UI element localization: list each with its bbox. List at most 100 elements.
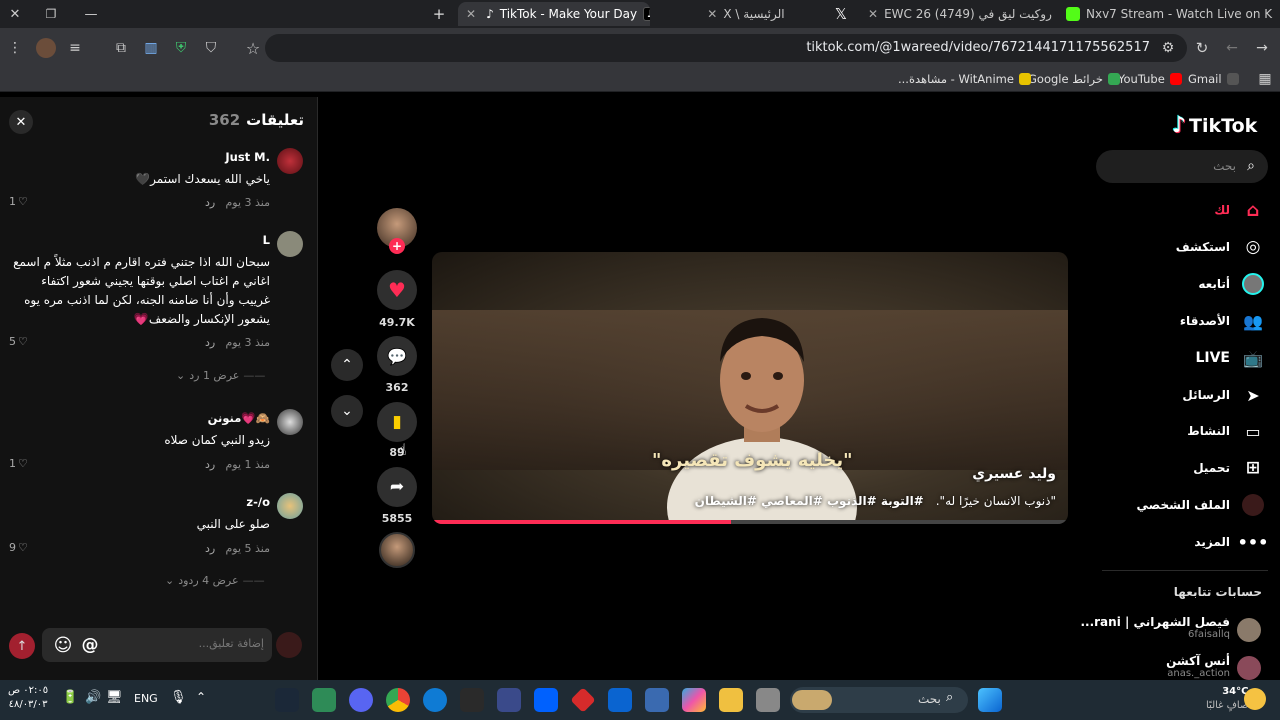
battery-icon[interactable]: 🔋 [62, 690, 78, 705]
close-window-icon[interactable]: ✕ [6, 5, 24, 23]
back-icon[interactable]: → [1252, 38, 1272, 58]
comment-like[interactable]: 5 ♡ [9, 335, 28, 348]
network-icon[interactable]: 🖥 [106, 690, 123, 705]
bookmark-gmail[interactable]: Gmail [1188, 70, 1239, 88]
bookmark-star-icon[interactable]: ☆ [243, 38, 263, 58]
extensions-icon[interactable]: ⧉ [111, 38, 131, 58]
nav-item-upload[interactable]: ⊞ تحميل [1193, 454, 1264, 482]
search-icon[interactable]: ⌕ [946, 690, 953, 705]
show-hidden-icons-icon[interactable]: ⌃ [196, 690, 206, 704]
comment-username[interactable]: منونن💗🙈 [208, 411, 270, 425]
menu-icon[interactable]: ⋮ [5, 38, 25, 58]
comment-username[interactable]: Just M. [225, 150, 270, 164]
view-replies[interactable]: —— عرض 4 ردود ⌄ [165, 574, 265, 587]
emoji-icon[interactable]: ☺ [52, 634, 74, 656]
task-view-icon[interactable] [756, 688, 780, 712]
url-text[interactable]: tiktok.com/@1wareed/video/76721441711755… [806, 34, 1150, 62]
security-shield-icon[interactable]: ⛉ [201, 38, 221, 58]
nav-item-profile[interactable]: الملف الشخصي [1137, 491, 1264, 519]
nav-item-activity[interactable]: ▭ النشاط [1187, 417, 1264, 445]
language-indicator[interactable]: ENG [134, 692, 158, 705]
site-settings-icon[interactable]: ⚙ [1158, 38, 1178, 58]
avatar[interactable] [277, 231, 303, 257]
weather-widget[interactable]: 34°C صافٍ غالبًا [1206, 685, 1248, 713]
reply-button[interactable]: رد [205, 336, 215, 349]
video-player[interactable]: "يخليه يشوف تقصيره" وليد عسيري "ذنوب الا… [432, 252, 1068, 524]
nav-item-explore[interactable]: ◎ استكشف [1176, 233, 1264, 261]
controller-app-icon[interactable] [312, 688, 336, 712]
close-tab-icon[interactable]: ✕ [868, 7, 878, 21]
bookmark-youtube[interactable]: YouTube [1118, 70, 1182, 88]
video-hashtags[interactable]: #التوبة #الذنوب #المعاصي #الشيطان [695, 494, 924, 508]
tab-x[interactable]: ✕ X \ الرئيسية 𝕏 [655, 2, 855, 26]
share-button[interactable]: ➦ [377, 467, 417, 507]
search-placeholder[interactable]: بحث [1213, 159, 1236, 173]
copilot-icon[interactable] [682, 688, 706, 712]
extension-icon[interactable]: ▥ [141, 38, 161, 58]
follow-plus-icon[interactable]: + [389, 238, 405, 254]
outlook-icon[interactable] [608, 688, 632, 712]
reload-icon[interactable]: ↻ [1192, 38, 1212, 58]
bookmark-witanime[interactable]: WitAnime - مشاهدة... [898, 70, 1031, 88]
nav-item-messages[interactable]: ➤ الرسائل [1182, 381, 1264, 409]
dropbox-icon[interactable] [534, 688, 558, 712]
post-comment-icon[interactable]: ↑ [9, 633, 35, 659]
taskbar-search-label[interactable]: بحث [918, 692, 941, 706]
tab-tiktok[interactable]: ✕ ♪ TikTok - Make Your Day ♪ [458, 2, 650, 26]
minimize-window-icon[interactable]: — [82, 5, 100, 23]
comment-like[interactable]: 9 ♡ [9, 541, 28, 554]
avatar[interactable] [277, 148, 303, 174]
clock[interactable]: ٠٢:٠٥ ص ٤٨/٠٣/٠٣ [8, 684, 48, 712]
previous-video-icon[interactable]: ⌃ [331, 349, 363, 381]
like-button[interactable]: ♥ [377, 270, 417, 310]
windows-start-icon[interactable] [978, 688, 1002, 712]
video-author[interactable]: وليد عسيري [972, 466, 1056, 482]
tiktok-logo[interactable]: ♪ TikTok [1172, 113, 1257, 138]
microphone-icon[interactable]: 🎙 [170, 690, 187, 705]
all-bookmarks-icon[interactable]: ▦ [1255, 69, 1275, 89]
close-tab-icon[interactable]: ✕ [707, 7, 717, 21]
nav-item-foryou[interactable]: ⌂ لك [1214, 196, 1264, 224]
following-account[interactable]: فيصل الشهراني | rani... 6faisallq [1080, 615, 1230, 640]
view-replies[interactable]: —— عرض 1 رد ⌄ [176, 369, 265, 382]
reply-button[interactable]: رد [205, 458, 215, 471]
profile-avatar-icon[interactable] [36, 38, 56, 58]
steam-icon[interactable] [275, 688, 299, 712]
edge-icon[interactable] [423, 688, 447, 712]
mention-icon[interactable]: @ [79, 634, 101, 656]
avatar[interactable] [1237, 656, 1261, 680]
comment-username[interactable]: z-/o [246, 495, 270, 509]
tab-search-icon[interactable]: ≡ [65, 38, 85, 58]
video-progress-bar[interactable] [432, 520, 1068, 524]
new-tab-icon[interactable]: + [430, 5, 448, 23]
nav-item-live[interactable]: 📺 LIVE [1195, 344, 1264, 372]
avatar[interactable] [277, 493, 303, 519]
tab-kick[interactable]: Nxv7 Stream - Watch Live on K [1058, 2, 1280, 26]
epic-games-icon[interactable] [460, 688, 484, 712]
app-icon[interactable] [497, 688, 521, 712]
save-button[interactable]: ▮ [377, 402, 417, 442]
reply-button[interactable]: رد [205, 196, 215, 209]
volume-icon[interactable]: 🔊 [85, 690, 101, 705]
forward-icon[interactable]: ← [1222, 38, 1242, 58]
reply-button[interactable]: رد [205, 542, 215, 555]
nav-item-friends[interactable]: 👥 الأصدقاء [1180, 307, 1264, 335]
nav-item-more[interactable]: ••• المزيد [1194, 528, 1268, 556]
avatar[interactable] [1237, 618, 1261, 642]
discord-icon[interactable] [349, 688, 373, 712]
comment-username[interactable]: L [263, 233, 270, 247]
chrome-icon[interactable] [386, 688, 410, 712]
following-account[interactable]: أنس آكشن anas._action [1166, 654, 1230, 679]
comment-like[interactable]: 1 ♡ [9, 195, 28, 208]
file-explorer-icon[interactable] [719, 688, 743, 712]
close-tab-icon[interactable]: ✕ [466, 7, 476, 21]
comment-input-placeholder[interactable]: إضافة تعليق... [199, 637, 264, 650]
next-video-icon[interactable]: ⌄ [331, 395, 363, 427]
bookmark-maps[interactable]: خرائط Google [1028, 70, 1120, 88]
adblock-shield-icon[interactable]: ⛨ [171, 38, 191, 58]
music-disc-icon[interactable] [379, 532, 415, 568]
restore-window-icon[interactable]: ❐ [42, 5, 60, 23]
store-icon[interactable] [645, 688, 669, 712]
comment-like[interactable]: 1 ♡ [9, 457, 28, 470]
nav-item-following[interactable]: أتابعه [1198, 270, 1264, 298]
